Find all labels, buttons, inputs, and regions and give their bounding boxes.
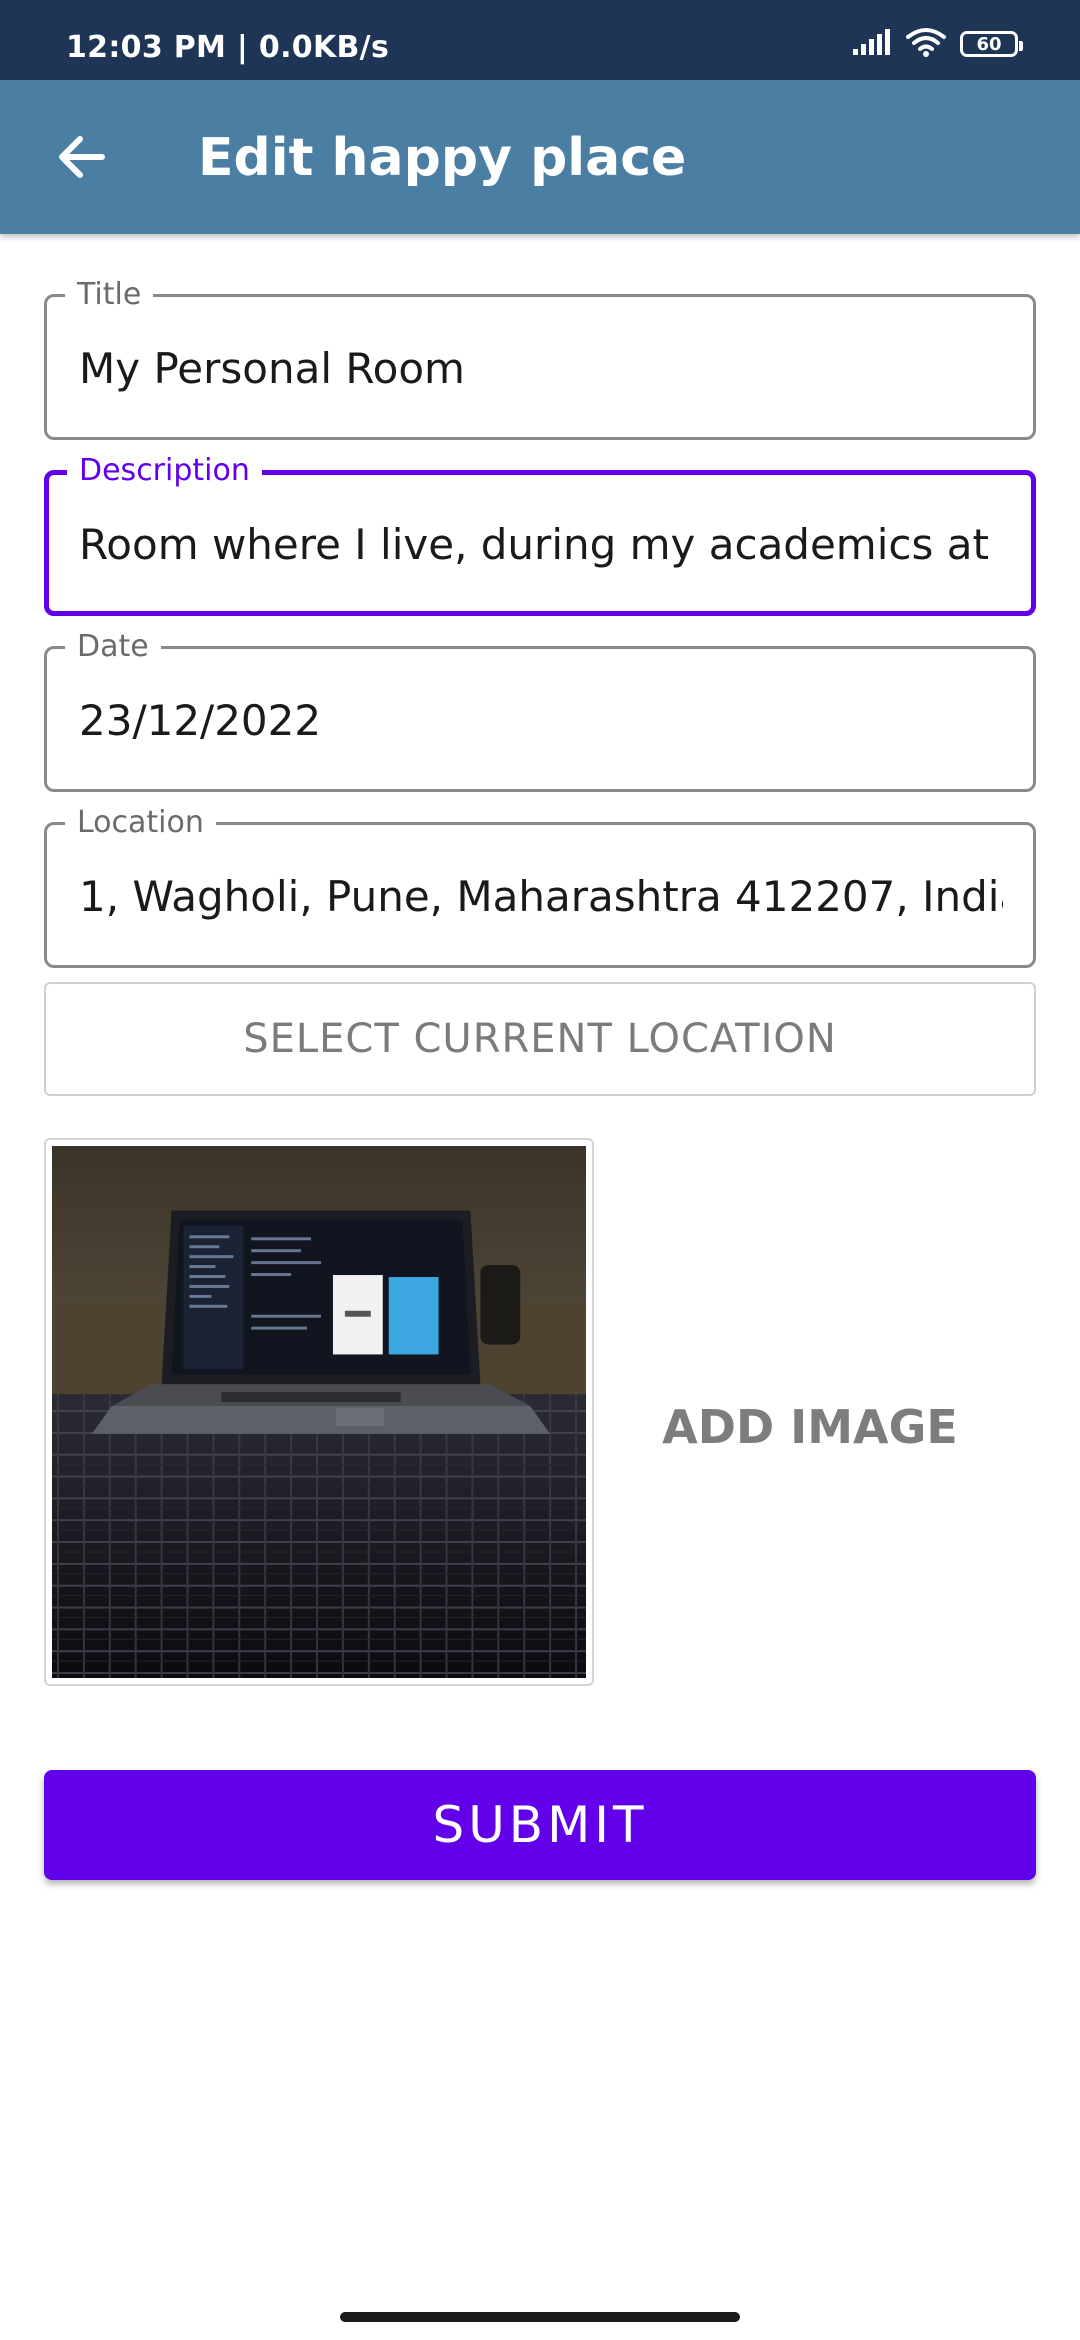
title-input[interactable]: My Personal Room xyxy=(79,343,1003,395)
date-field[interactable]: Date 23/12/2022 xyxy=(44,629,1036,792)
date-field-label: Date xyxy=(65,629,161,665)
submit-button[interactable]: SUBMIT xyxy=(44,1770,1036,1880)
select-current-location-button[interactable]: SELECT CURRENT LOCATION xyxy=(44,982,1036,1096)
status-icons: 60 xyxy=(852,27,1023,61)
home-indicator[interactable] xyxy=(340,2312,740,2322)
location-field-label: Location xyxy=(65,805,216,841)
place-image xyxy=(44,1138,594,1686)
date-input[interactable]: 23/12/2022 xyxy=(79,695,1003,747)
app-bar: Edit happy place xyxy=(0,80,1080,234)
title-field[interactable]: Title My Personal Room xyxy=(44,277,1036,440)
page-title: Edit happy place xyxy=(198,128,687,188)
arrow-back-icon xyxy=(59,136,105,178)
description-field-label: Description xyxy=(67,453,262,489)
back-button[interactable] xyxy=(50,125,114,189)
location-input[interactable]: 1, Wagholi, Pune, Maharashtra 412207, In… xyxy=(79,871,1003,923)
battery-icon: 60 xyxy=(960,31,1023,57)
status-bar: 12:03 PM | 0.0KB/s 60 xyxy=(0,0,1080,80)
place-photo xyxy=(52,1146,586,1678)
add-image-button[interactable]: ADD IMAGE xyxy=(640,1400,980,1454)
description-field[interactable]: Description Room where I live, during my… xyxy=(44,453,1036,616)
wifi-icon xyxy=(906,27,946,61)
description-input[interactable]: Room where I live, during my academics a… xyxy=(79,519,1001,571)
title-field-label: Title xyxy=(65,277,154,313)
signal-icon xyxy=(852,28,892,60)
location-field[interactable]: Location 1, Wagholi, Pune, Maharashtra 4… xyxy=(44,805,1036,968)
battery-level: 60 xyxy=(976,33,1002,55)
status-time: 12:03 PM | 0.0KB/s xyxy=(66,30,390,65)
